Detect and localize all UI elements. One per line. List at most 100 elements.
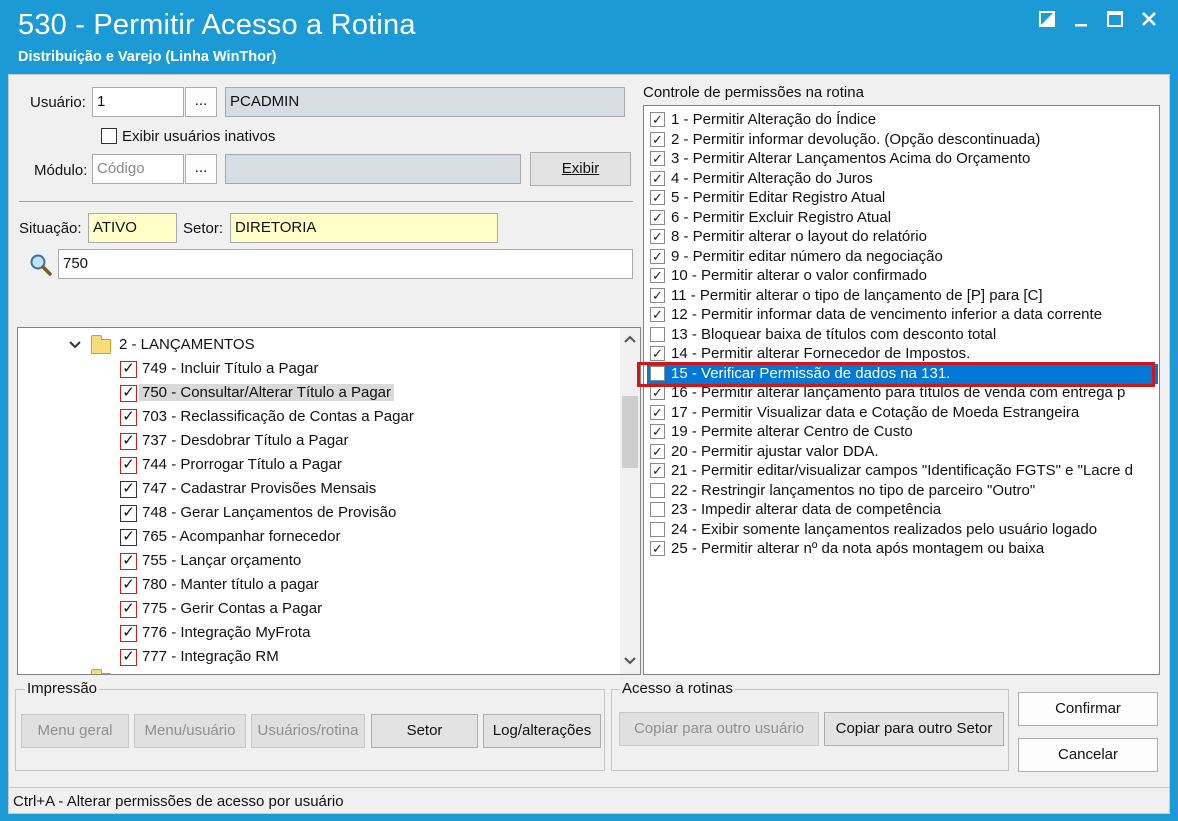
permission-item[interactable]: ✓ 11 - Permitir alterar o tipo de lançame… <box>647 286 1158 306</box>
close-icon[interactable] <box>1134 10 1164 34</box>
scroll-thumb[interactable] <box>622 396 638 468</box>
exibir-inativos-checkbox[interactable] <box>101 128 117 144</box>
tree-item[interactable]: ✓ 776 - Integração MyFrota <box>18 622 608 646</box>
tree-item[interactable]: ✓ 780 - Manter título a pagar <box>18 574 608 598</box>
tree-item[interactable]: ✓ 737 - Desdobrar Título a Pagar <box>18 430 608 454</box>
scroll-down-icon[interactable] <box>624 656 636 666</box>
tree-item[interactable]: ✓ 747 - Cadastrar Provisões Mensais <box>18 478 608 502</box>
permission-item[interactable]: 24 - Exibir somente lançamentos realizad… <box>647 520 1158 540</box>
menu-geral-button[interactable]: Menu geral <box>21 714 129 748</box>
permission-checkbox[interactable]: ✓ <box>650 190 665 205</box>
modulo-lookup-button[interactable]: ... <box>185 154 217 184</box>
exibir-inativos-label: Exibir usuários inativos <box>122 128 276 145</box>
tree-item[interactable]: ✓ 750 - Consultar/Alterar Título a Pagar <box>18 382 608 406</box>
tree-item-checkbox[interactable]: ✓ <box>120 457 137 474</box>
tree-item[interactable]: ✓ 744 - Prorrogar Título a Pagar <box>18 454 608 478</box>
permission-item[interactable]: ✓ 10 - Permitir alterar o valor confirmad… <box>647 266 1158 286</box>
tree-item-checkbox[interactable]: ✓ <box>120 601 137 618</box>
permission-checkbox[interactable] <box>650 326 665 342</box>
permission-item[interactable]: ✓ 5 - Permitir Editar Registro Atual <box>647 188 1158 208</box>
tree-item-checkbox[interactable]: ✓ <box>120 361 137 378</box>
permission-item[interactable]: ✓ 6 - Permitir Excluir Registro Atual <box>647 208 1158 228</box>
tree-item-label: 777 - Integração RM <box>142 648 279 665</box>
permission-item[interactable]: ✓ 25 - Permitir alterar nº da nota após m… <box>647 539 1158 559</box>
permission-checkbox[interactable]: ✓ <box>650 229 665 244</box>
tree-item[interactable]: ✓ 748 - Gerar Lançamentos de Provisão <box>18 502 608 526</box>
permission-label: 14 - Permitir alterar Fornecedor de Impo… <box>671 345 971 362</box>
copiar-setor-button[interactable]: Copiar para outro Setor <box>824 712 1004 746</box>
permission-checkbox[interactable]: ✓ <box>650 209 665 225</box>
permission-item[interactable]: ✓ 8 - Permitir alterar o layout do relató… <box>647 227 1158 247</box>
tree-item[interactable]: ✓ 765 - Acompanhar fornecedor <box>18 526 608 550</box>
permission-checkbox[interactable]: ✓ <box>650 131 665 147</box>
permission-item[interactable]: ✓ 4 - Permitir Alteração do Juros <box>647 169 1158 189</box>
tree-item-checkbox[interactable]: ✓ <box>120 409 137 426</box>
permission-checkbox[interactable] <box>650 502 665 517</box>
permission-item[interactable]: ✓ 3 - Permitir Alterar Lançamentos Acima … <box>647 149 1158 169</box>
permission-item[interactable]: ✓ 20 - Permitir ajustar valor DDA. <box>647 442 1158 462</box>
copiar-usuario-button[interactable]: Copiar para outro usuário <box>619 712 819 746</box>
cancelar-button[interactable]: Cancelar <box>1018 738 1158 772</box>
permission-checkbox[interactable]: ✓ <box>650 463 665 478</box>
permissions-list[interactable]: ✓ 1 - Permitir Alteração do Índice ✓ 2 - Pe… <box>643 105 1160 675</box>
tree-item-checkbox[interactable]: ✓ <box>120 529 137 546</box>
permission-checkbox[interactable]: ✓ <box>650 385 665 400</box>
permission-checkbox[interactable] <box>650 482 665 498</box>
tree-item[interactable]: ✓ 777 - Integração RM <box>18 646 608 670</box>
usuario-lookup-button[interactable]: ... <box>185 87 217 117</box>
chevron-down-icon[interactable] <box>68 338 82 352</box>
tree-item-checkbox[interactable]: ✓ <box>120 553 137 570</box>
scroll-up-icon[interactable] <box>624 334 636 344</box>
exibir-button[interactable]: Exibir <box>530 152 631 186</box>
permission-checkbox[interactable]: ✓ <box>650 170 665 186</box>
permission-checkbox[interactable]: ✓ <box>650 268 665 283</box>
tree-item-checkbox[interactable]: ✓ <box>120 577 137 594</box>
permission-item[interactable]: ✓ 19 - Permite alterar Centro de Custo <box>647 422 1158 442</box>
tree-next-group-row[interactable] <box>18 669 608 674</box>
permission-checkbox[interactable]: ✓ <box>650 443 665 459</box>
search-input[interactable]: 750 <box>58 249 633 279</box>
maximize-icon[interactable] <box>1100 10 1130 34</box>
tree-item-checkbox[interactable]: ✓ <box>120 505 137 522</box>
permission-item[interactable]: ✓ 9 - Permitir editar número da negociaçã… <box>647 247 1158 267</box>
permission-item[interactable]: 13 - Bloquear baixa de títulos com desco… <box>647 325 1158 345</box>
permission-checkbox[interactable]: ✓ <box>650 424 665 439</box>
permission-item[interactable]: 22 - Restringir lançamentos no tipo de p… <box>647 481 1158 501</box>
permission-checkbox[interactable]: ✓ <box>650 541 665 556</box>
menu-usuario-button[interactable]: Menu/usuário <box>134 714 246 748</box>
permission-item[interactable]: ✓ 17 - Permitir Visualizar data e Cotação… <box>647 403 1158 423</box>
permission-item[interactable]: ✓ 1 - Permitir Alteração do Índice <box>647 110 1158 130</box>
usuario-code-input[interactable]: 1 <box>92 87 184 117</box>
tree-item-checkbox[interactable]: ✓ <box>120 481 137 498</box>
tree-item[interactable]: ✓ 755 - Lançar orçamento <box>18 550 608 574</box>
modulo-code-input[interactable]: Código <box>92 154 184 184</box>
confirmar-button[interactable]: Confirmar <box>1018 692 1158 726</box>
permission-checkbox[interactable]: ✓ <box>650 112 665 127</box>
permission-item[interactable]: ✓ 2 - Permitir informar devolução. (Opção… <box>647 130 1158 150</box>
usuarios-rotina-button[interactable]: Usuários/rotina <box>251 714 365 748</box>
routine-tree[interactable]: 2 - LANÇAMENTOS ✓ 749 - Incluir Título a … <box>17 327 641 675</box>
permission-checkbox[interactable]: ✓ <box>650 287 665 303</box>
tree-item-checkbox[interactable]: ✓ <box>120 649 137 666</box>
minimize-icon[interactable] <box>1066 10 1096 34</box>
setor-button[interactable]: Setor <box>371 714 478 748</box>
permission-item[interactable]: ✓ 12 - Permitir informar data de vencimen… <box>647 305 1158 325</box>
tree-item[interactable]: ✓ 749 - Incluir Título a Pagar <box>18 358 608 382</box>
restore-icon[interactable] <box>1032 10 1062 34</box>
tree-group-row[interactable]: 2 - LANÇAMENTOS <box>18 334 608 358</box>
permission-checkbox[interactable]: ✓ <box>650 307 665 322</box>
permission-checkbox[interactable]: ✓ <box>650 151 665 166</box>
tree-item-checkbox[interactable]: ✓ <box>120 433 137 450</box>
permission-checkbox[interactable] <box>650 521 665 537</box>
tree-item[interactable]: ✓ 703 - Reclassificação de Contas a Pagar <box>18 406 608 430</box>
permission-item[interactable]: 23 - Impedir alterar data de competência <box>647 500 1158 520</box>
log-alteracoes-button[interactable]: Log/alterações <box>483 714 601 748</box>
permission-item[interactable]: ✓ 14 - Permitir alterar Fornecedor de Imp… <box>647 344 1158 364</box>
permission-item[interactable]: ✓ 21 - Permitir editar/visualizar campos … <box>647 461 1158 481</box>
permission-checkbox[interactable]: ✓ <box>650 404 665 420</box>
tree-item[interactable]: ✓ 775 - Gerir Contas a Pagar <box>18 598 608 622</box>
permission-checkbox[interactable]: ✓ <box>650 346 665 361</box>
tree-item-checkbox[interactable]: ✓ <box>120 625 137 642</box>
tree-item-checkbox[interactable]: ✓ <box>120 385 137 402</box>
permission-checkbox[interactable]: ✓ <box>650 248 665 264</box>
